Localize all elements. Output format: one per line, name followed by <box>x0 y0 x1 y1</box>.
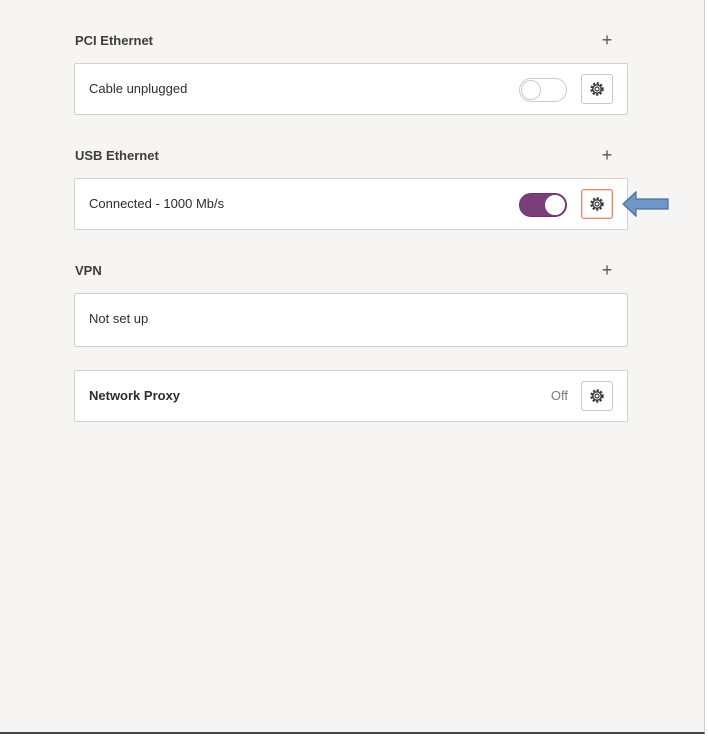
pci-ethernet-card: Cable unplugged <box>74 63 628 115</box>
toggle-knob <box>545 195 565 215</box>
network-proxy-settings-button[interactable] <box>581 381 613 411</box>
network-proxy-status: Off <box>550 388 568 403</box>
pci-ethernet-title: PCI Ethernet <box>75 33 154 48</box>
usb-ethernet-settings-button[interactable] <box>581 189 613 219</box>
vpn-status: Not set up <box>89 311 149 326</box>
toggle-knob <box>521 80 541 100</box>
pci-ethernet-header: PCI Ethernet + <box>75 30 629 54</box>
usb-ethernet-toggle[interactable] <box>519 193 567 217</box>
vpn-title: VPN <box>75 263 102 278</box>
add-usb-connection-button[interactable]: + <box>595 143 619 167</box>
usb-ethernet-title: USB Ethernet <box>75 148 159 163</box>
network-proxy-card: Network Proxy Off <box>74 370 628 422</box>
gear-icon <box>590 197 604 211</box>
pci-ethernet-toggle[interactable] <box>519 78 567 102</box>
network-proxy-label: Network Proxy <box>89 388 181 403</box>
gear-icon <box>590 82 604 96</box>
usb-ethernet-card: Connected - 1000 Mb/s <box>74 178 628 230</box>
arrow-left-icon <box>622 190 669 218</box>
add-pci-connection-button[interactable]: + <box>595 28 619 52</box>
usb-ethernet-header: USB Ethernet + <box>75 145 629 169</box>
usb-ethernet-status: Connected - 1000 Mb/s <box>89 196 225 211</box>
vpn-header: VPN + <box>75 260 629 284</box>
pci-ethernet-status: Cable unplugged <box>89 81 188 96</box>
gear-icon <box>590 389 604 403</box>
vpn-card: Not set up <box>74 293 628 347</box>
network-settings-panel: PCI Ethernet + Cable unplugged USB Ether… <box>0 0 705 734</box>
add-vpn-button[interactable]: + <box>595 258 619 282</box>
pci-ethernet-settings-button[interactable] <box>581 74 613 104</box>
